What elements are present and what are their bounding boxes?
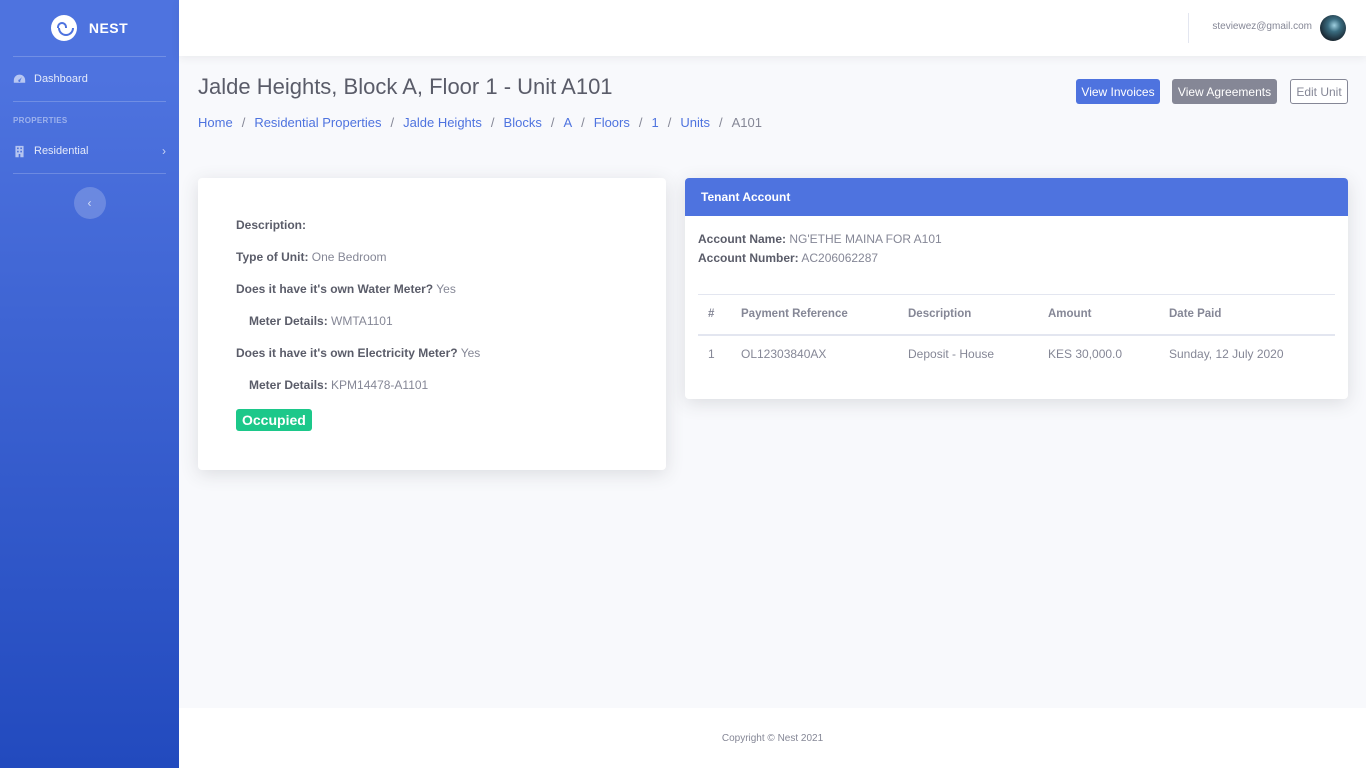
sidebar-item-label: Dashboard bbox=[34, 73, 88, 85]
chevron-right-icon: › bbox=[162, 144, 166, 158]
breadcrumb-current-unit: A101 bbox=[731, 115, 762, 130]
brand-logo-icon bbox=[50, 15, 77, 41]
avatar[interactable] bbox=[1320, 15, 1346, 41]
breadcrumb-separator: / bbox=[550, 115, 555, 130]
footer: Copyright © Nest 2021 bbox=[179, 708, 1366, 768]
water-meter-row: Does it have it's own Water Meter? Yes bbox=[236, 282, 456, 296]
unit-details-card: Description: Type of Unit: One Bedroom D… bbox=[198, 178, 666, 470]
sidebar-divider bbox=[13, 173, 166, 174]
breadcrumb: Home / Residential Properties / Jalde Heig… bbox=[198, 115, 762, 130]
water-meter-details-label: Meter Details: bbox=[249, 314, 328, 328]
user-email[interactable]: steviewez@gmail.com bbox=[1212, 21, 1312, 32]
description-label: Description: bbox=[236, 218, 307, 232]
water-meter-details-row: Meter Details: WMTA1101 bbox=[249, 314, 393, 328]
breadcrumb-separator: / bbox=[638, 115, 643, 130]
column-header: Amount bbox=[1038, 294, 1159, 336]
breadcrumb-separator: / bbox=[718, 115, 723, 130]
sidebar-toggle-button[interactable]: ‹ bbox=[73, 187, 106, 219]
water-meter-details-value: WMTA1101 bbox=[331, 314, 393, 328]
table-row: 1 OL12303840AX Deposit - House KES 30,00… bbox=[698, 335, 1335, 373]
account-name-value: NG'ETHE MAINA FOR A101 bbox=[789, 232, 942, 246]
electricity-meter-row: Does it have it's own Electricity Meter?… bbox=[236, 346, 480, 360]
column-header: Description bbox=[898, 294, 1038, 336]
water-meter-value: Yes bbox=[436, 282, 456, 296]
copyright-text: Copyright © Nest 2021 bbox=[721, 732, 824, 744]
view-agreements-button[interactable]: View Agreements bbox=[1172, 79, 1277, 104]
chevron-left-icon: ‹ bbox=[87, 196, 92, 210]
table-header-row: # Payment Reference Description Amount D… bbox=[698, 294, 1335, 336]
sidebar-item-dashboard[interactable]: Dashboard bbox=[0, 57, 179, 101]
electricity-meter-label: Does it have it's own Electricity Meter? bbox=[236, 346, 458, 360]
breadcrumb-blocks[interactable]: Blocks bbox=[504, 115, 542, 130]
breadcrumb-separator: / bbox=[490, 115, 495, 130]
breadcrumb-units[interactable]: Units bbox=[680, 115, 710, 130]
electricity-meter-details-value: KPM14478-A1101 bbox=[331, 378, 429, 392]
breadcrumb-property[interactable]: Jalde Heights bbox=[403, 115, 482, 130]
table-cell: 1 bbox=[708, 347, 715, 361]
breadcrumb-separator: / bbox=[241, 115, 246, 130]
topbar: steviewez@gmail.com bbox=[179, 0, 1366, 56]
table-cell: Deposit - House bbox=[908, 347, 995, 361]
page-title: Jalde Heights, Block A, Floor 1 - Unit A… bbox=[198, 74, 613, 99]
breadcrumb-home[interactable]: Home bbox=[198, 115, 233, 130]
view-invoices-button[interactable]: View Invoices bbox=[1076, 79, 1160, 104]
account-number-value: AC206062287 bbox=[801, 251, 879, 265]
account-number-row: Account Number: AC206062287 bbox=[698, 251, 878, 265]
water-meter-label: Does it have it's own Water Meter? bbox=[236, 282, 434, 296]
account-name-row: Account Name: NG'ETHE MAINA FOR A101 bbox=[698, 232, 942, 246]
electricity-meter-value: Yes bbox=[460, 346, 481, 360]
unit-type-label: Type of Unit: bbox=[236, 250, 309, 264]
breadcrumb-separator: / bbox=[667, 115, 672, 130]
breadcrumb-floor[interactable]: 1 bbox=[652, 115, 659, 130]
unit-type-value: One Bedroom bbox=[311, 250, 387, 264]
sidebar-item-label: Residential bbox=[34, 145, 89, 157]
tenant-account-card: Tenant Account Account Name: NG'ETHE MAI… bbox=[685, 178, 1348, 399]
column-header: # bbox=[698, 294, 731, 336]
electricity-meter-details-label: Meter Details: bbox=[249, 378, 328, 392]
table-cell: OL12303840AX bbox=[741, 347, 827, 361]
unit-type-row: Type of Unit: One Bedroom bbox=[236, 250, 387, 264]
breadcrumb-separator: / bbox=[581, 115, 585, 130]
electricity-meter-details-row: Meter Details: KPM14478-A1101 bbox=[249, 378, 428, 392]
sidebar-heading: PROPERTIES bbox=[13, 116, 68, 125]
breadcrumb-residential-properties[interactable]: Residential Properties bbox=[254, 115, 381, 130]
building-icon bbox=[15, 145, 24, 157]
brand[interactable]: NEST bbox=[0, 0, 179, 56]
sidebar: NEST Dashboard PROPERTIES Residential › … bbox=[0, 0, 179, 768]
account-number-label: Account Number: bbox=[698, 251, 799, 265]
account-name-label: Account Name: bbox=[698, 232, 787, 246]
topbar-divider bbox=[1188, 13, 1189, 43]
tenant-account-header: Tenant Account bbox=[685, 178, 1348, 216]
column-header: Date Paid bbox=[1159, 294, 1335, 336]
edit-unit-button[interactable]: Edit Unit bbox=[1290, 79, 1348, 104]
payments-table: # Payment Reference Description Amount D… bbox=[698, 294, 1335, 373]
status-badge: Occupied bbox=[236, 409, 312, 431]
brand-name: NEST bbox=[88, 20, 129, 36]
description-row: Description: bbox=[236, 218, 306, 232]
table-cell: KES 30,000.0 bbox=[1048, 347, 1123, 361]
column-header: Payment Reference bbox=[731, 294, 898, 336]
breadcrumb-block[interactable]: A bbox=[563, 115, 572, 130]
dashboard-icon bbox=[13, 74, 26, 83]
sidebar-item-residential[interactable]: Residential › bbox=[0, 129, 179, 173]
breadcrumb-floors[interactable]: Floors bbox=[594, 115, 630, 130]
breadcrumb-separator: / bbox=[390, 115, 395, 130]
table-cell: Sunday, 12 July 2020 bbox=[1169, 347, 1284, 361]
